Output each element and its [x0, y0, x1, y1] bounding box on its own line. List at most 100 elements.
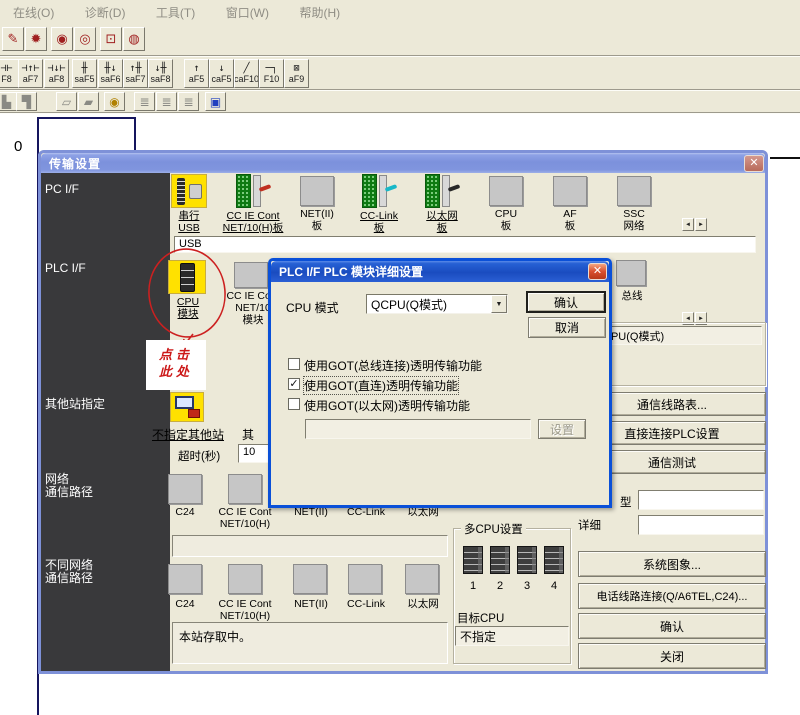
ladder-key-saf6[interactable]: ╫↓saF6 — [98, 59, 123, 88]
menu-diagnostics[interactable]: 诊断(D) — [72, 0, 139, 25]
main-close-button[interactable]: 关闭 — [578, 643, 766, 669]
other-station-partial-label[interactable]: 其 — [242, 426, 254, 443]
toolbar-gray-button-2[interactable]: ▜ — [16, 92, 37, 111]
pcif-option-ssc-network[interactable]: SSC网络 — [602, 174, 666, 232]
toolbar-gray-button-1[interactable]: ▙ — [0, 92, 17, 111]
ladder-key-caf10[interactable]: ╱caF10 — [234, 59, 259, 88]
plc-module-detail-dialog: PLC I/F PLC 模块详细设置 ✕ CPU 模式 QCPU(Q模式) ▼ … — [268, 258, 612, 508]
close-icon[interactable]: ✕ — [744, 155, 764, 172]
chevron-down-icon[interactable]: ▼ — [491, 295, 507, 313]
ladder-key-af9[interactable]: ⊠aF9 — [284, 59, 309, 88]
menu-tools[interactable]: 工具(T) — [143, 0, 208, 25]
pcif-option-ethernet-board[interactable]: 以太网板 — [410, 174, 474, 234]
bus-label: 总线 — [608, 290, 656, 302]
application-window: 在线(O) 诊断(D) 工具(T) 窗口(W) 帮助(H) ✎ ✹ ◉ ◎ ⊡ … — [0, 0, 800, 715]
got-direct-checkbox-label[interactable]: 使用GOT(直连)透明传输功能 — [304, 377, 458, 394]
ladder-key-f8[interactable]: ⊣⊢F8 — [0, 59, 19, 88]
conetroute-option-ccie[interactable] — [228, 564, 262, 594]
ladder-key-caf5[interactable]: ↓caF5 — [209, 59, 234, 88]
other-station-option[interactable] — [170, 392, 204, 422]
dialog-title: 传输设置 — [49, 155, 101, 172]
main-ok-button[interactable]: 确认 — [578, 613, 766, 639]
cpu-mode-dropdown[interactable]: QCPU(Q模式) ▼ — [366, 294, 508, 314]
menu-online[interactable]: 在线(O) — [0, 0, 67, 25]
serial-usb-icon — [171, 174, 207, 208]
ladder-key-saf7[interactable]: ↑╫saF7 — [123, 59, 148, 88]
toolbar-find-replace-button[interactable]: ◎ — [74, 27, 96, 51]
click-here-note: 点击此处 — [146, 340, 206, 390]
got-direct-checkbox[interactable]: ✓ — [288, 378, 300, 390]
got-ethernet-checkbox[interactable] — [288, 398, 300, 410]
detail-field — [638, 515, 764, 535]
pcif-option-net2-board[interactable]: NET(II)板 — [285, 174, 349, 232]
dialog-title-bar[interactable]: 传输设置 — [41, 153, 765, 173]
multicpu-2-icon[interactable] — [490, 546, 510, 574]
conetroute-label-c24: C24 — [155, 598, 215, 610]
multicpu-1-icon[interactable] — [463, 546, 483, 574]
toolbar-find-button[interactable]: ◉ — [51, 27, 73, 51]
plcif-option-bus[interactable] — [616, 260, 646, 286]
menu-help[interactable]: 帮助(H) — [286, 0, 353, 25]
netroute-label-c24: C24 — [155, 506, 215, 518]
pcif-option-cclink-board[interactable]: CC-Link板 — [347, 174, 411, 234]
toolbar-ladder-block-button-2[interactable]: ≣ — [156, 92, 177, 111]
conetroute-option-c24[interactable] — [168, 564, 202, 594]
toolbar-screen-button[interactable]: ▣ — [205, 92, 226, 111]
annotation-circle — [138, 246, 242, 354]
ladder-key-saf5[interactable]: ╫saF5 — [72, 59, 97, 88]
subdialog-title-bar[interactable]: PLC I/F PLC 模块详细设置 — [271, 261, 609, 282]
ladder-symbol-icon: ╫↓ — [104, 63, 116, 74]
multicpu-3-label: 3 — [517, 580, 537, 592]
pcif-value-field[interactable]: USB — [174, 236, 756, 253]
toolbar-window-tile-button[interactable]: ▱ — [56, 92, 77, 111]
ccie-board-icon — [235, 174, 271, 208]
pcif-option-af-board[interactable]: AF板 — [538, 174, 602, 232]
netroute-option-c24[interactable] — [168, 474, 202, 504]
netroute-option-ccie[interactable] — [228, 474, 262, 504]
subdialog-title: PLC I/F PLC 模块详细设置 — [279, 263, 423, 280]
ladder-symbol-icon: ╱ — [243, 63, 249, 74]
multicpu-3-icon[interactable] — [517, 546, 537, 574]
pcif-option-ccie-board[interactable]: CC IE ContNET/10(H)板 — [221, 174, 285, 234]
scroll-right-icon[interactable]: ► — [695, 218, 707, 231]
target-cpu-value-field[interactable]: 不指定 — [455, 626, 569, 646]
toolbar-window-cascade-button[interactable]: ▰ — [78, 92, 99, 111]
scroll-left-icon[interactable]: ◄ — [682, 218, 694, 231]
ssc-network-icon — [617, 176, 651, 206]
got-bus-checkbox-label[interactable]: 使用GOT(总线连接)透明传输功能 — [304, 357, 482, 374]
conetroute-option-ethernet[interactable] — [405, 564, 439, 594]
pcif-option-cpu-board[interactable]: CPU板 — [474, 174, 538, 232]
multicpu-4-label: 4 — [544, 580, 564, 592]
toolbar-monitor-button[interactable]: ◉ — [104, 92, 125, 111]
toolbar-window-switch-button[interactable]: ⊡ — [100, 27, 122, 51]
ladder-key-af5[interactable]: ↑aF5 — [184, 59, 209, 88]
pcif-option-serial-usb[interactable]: 串行USB — [157, 174, 221, 234]
c24-icon — [168, 474, 202, 504]
ladder-key-f10[interactable]: ─┐F10 — [259, 59, 284, 88]
toolbar-ladder-block-button-3[interactable]: ≣ — [178, 92, 199, 111]
ladder-key-af7[interactable]: ⊣↑⊢aF7 — [18, 59, 43, 88]
sub-cancel-button[interactable]: 取消 — [528, 317, 606, 338]
system-image-button[interactable]: 系统图象... — [578, 551, 766, 577]
multicpu-1-label: 1 — [463, 580, 483, 592]
conetroute-option-cclink[interactable] — [348, 564, 382, 594]
ladder-key-af8[interactable]: ⊣↓⊢aF8 — [44, 59, 69, 88]
got-bus-checkbox[interactable] — [288, 358, 300, 370]
multicpu-4-icon[interactable] — [544, 546, 564, 574]
ladder-symbol-icon: ↓ — [218, 63, 224, 74]
conetroute-option-net2[interactable] — [293, 564, 327, 594]
ladder-key-saf8[interactable]: ↓╫saF8 — [148, 59, 173, 88]
toolbar-project-find-button[interactable]: ◍ — [123, 27, 145, 51]
toolbar-convert-button[interactable]: ✹ — [25, 27, 47, 51]
sub-ok-button[interactable]: 确认 — [526, 291, 606, 313]
toolbar-write-button[interactable]: ✎ — [2, 27, 24, 51]
c24-icon — [168, 564, 202, 594]
toolbar-ladder-block-button-1[interactable]: ≣ — [134, 92, 155, 111]
window-cascade-icon: ▰ — [84, 95, 93, 109]
got-ethernet-checkbox-label[interactable]: 使用GOT(以太网)透明传输功能 — [304, 397, 470, 414]
ladder-block-icon: ≣ — [161, 95, 171, 109]
no-other-station-label[interactable]: 不指定其他站 — [152, 426, 224, 443]
menu-window[interactable]: 窗口(W) — [213, 0, 282, 25]
phone-line-connect-button[interactable]: 电话线路连接(Q/A6TEL,C24)... — [578, 583, 766, 609]
close-icon[interactable]: ✕ — [588, 263, 607, 280]
